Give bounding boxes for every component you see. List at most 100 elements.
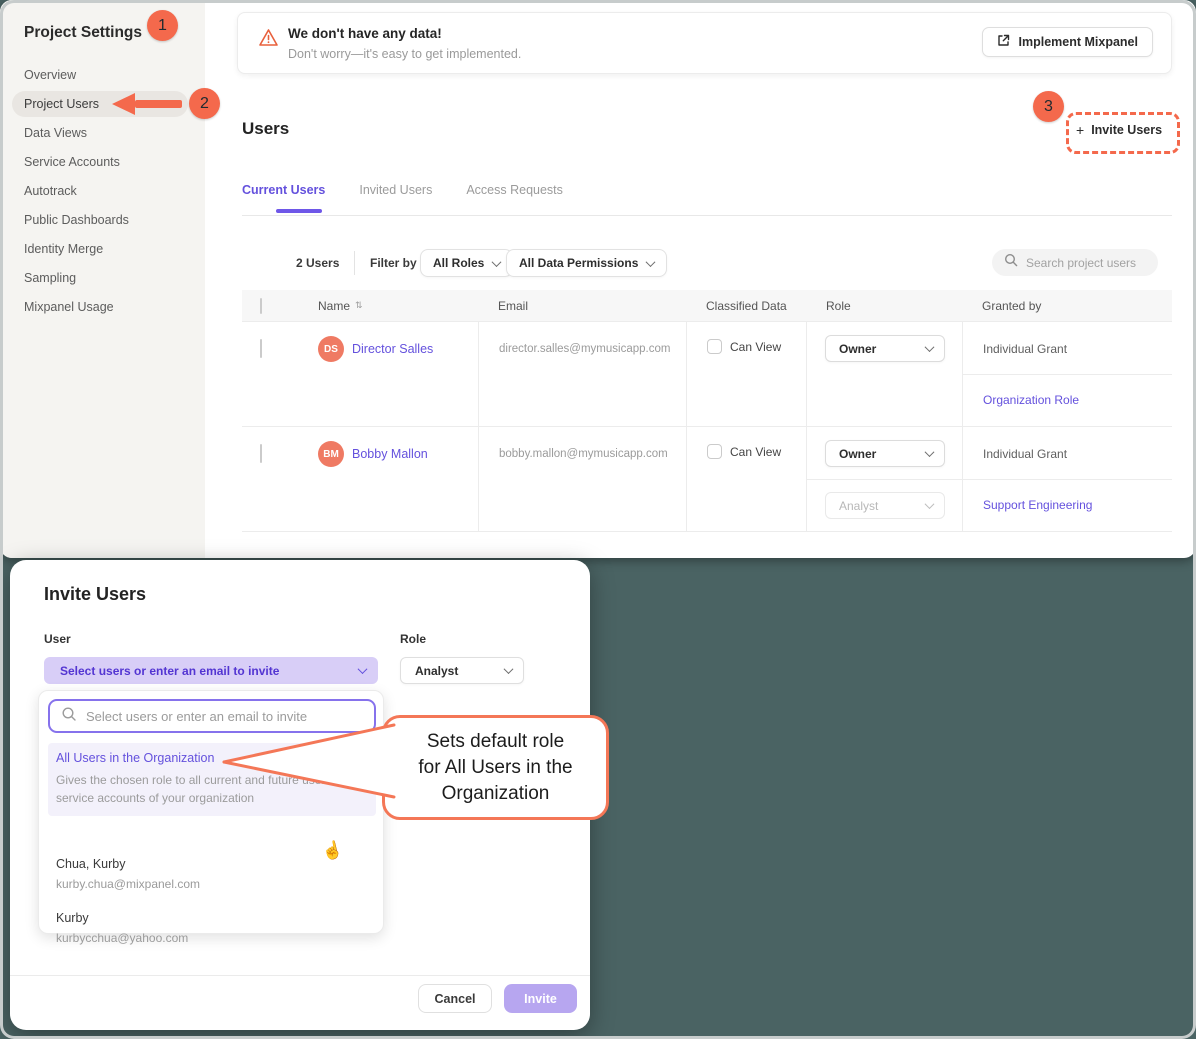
users-tabs: Current Users Invited Users Access Reque… <box>242 183 563 211</box>
role-cell-empty <box>806 374 962 426</box>
avatar: DS <box>318 336 344 362</box>
sidebar-item-autotrack[interactable]: Autotrack <box>12 178 188 204</box>
sidebar-item-public-dashboards[interactable]: Public Dashboards <box>12 207 188 233</box>
annotation-step-3: 3 <box>1033 91 1064 122</box>
row-checkbox[interactable] <box>260 339 262 358</box>
users-toolbar: 2 Users Filter by All Roles All Data Per… <box>242 249 1172 277</box>
chevron-down-icon <box>925 499 935 509</box>
table-row: BM Bobby Mallon bobby.mallon@mymusicapp.… <box>242 427 1172 532</box>
search-icon <box>61 706 77 727</box>
warning-icon <box>258 28 279 52</box>
sort-icon[interactable]: ⇅ <box>355 300 363 311</box>
avatar: BM <box>318 441 344 467</box>
can-view-checkbox[interactable] <box>707 444 722 459</box>
implement-mixpanel-label: Implement Mixpanel <box>1019 35 1138 49</box>
user-name-link[interactable]: Bobby Mallon <box>352 441 428 461</box>
invite-submit-button[interactable]: Invite <box>504 984 577 1013</box>
role-select-value: Analyst <box>415 664 458 678</box>
table-row: DS Director Salles director.salles@mymus… <box>242 322 1172 427</box>
callout-tail-icon <box>210 710 400 820</box>
user-email: director.salles@mymusicapp.com <box>478 322 686 426</box>
all-roles-dropdown[interactable]: All Roles <box>420 249 513 277</box>
chevron-down-icon <box>646 257 656 267</box>
column-header-email: Email <box>478 299 686 313</box>
annotation-step-2: 2 <box>189 88 220 119</box>
tab-current-users[interactable]: Current Users <box>242 183 325 211</box>
cancel-button[interactable]: Cancel <box>418 984 492 1013</box>
annotation-step-1: 1 <box>147 10 178 41</box>
sidebar-item-identity-merge[interactable]: Identity Merge <box>12 236 188 262</box>
external-link-icon <box>997 34 1010 50</box>
option-user[interactable]: Kurby kurbycchua@yahoo.com <box>56 911 188 945</box>
chevron-down-icon <box>358 664 368 674</box>
sidebar-item-sampling[interactable]: Sampling <box>12 265 188 291</box>
role-select-control[interactable]: Analyst <box>400 657 524 684</box>
search-icon <box>1004 253 1018 272</box>
sidebar-title: Project Settings <box>24 24 142 42</box>
banner-title: We don't have any data! <box>288 26 442 41</box>
no-data-banner: We don't have any data! Don't worry—it's… <box>237 12 1172 74</box>
role-field-label: Role <box>400 632 426 646</box>
invite-users-button[interactable]: + Invite Users <box>1076 122 1162 138</box>
option-user-email: kurbycchua@yahoo.com <box>56 931 188 945</box>
callout-bubble: Sets default role for All Users in the O… <box>382 715 609 820</box>
all-data-permissions-dropdown[interactable]: All Data Permissions <box>506 249 667 277</box>
option-user-name: Chua, Kurby <box>56 857 200 871</box>
sidebar-item-mixpanel-usage[interactable]: Mixpanel Usage <box>12 294 188 320</box>
user-count: 2 Users <box>296 256 339 270</box>
page-title: Users <box>242 119 289 139</box>
option-user[interactable]: Chua, Kurby kurby.chua@mixpanel.com <box>56 857 200 891</box>
sidebar: Project Settings Overview Project Users … <box>0 0 205 558</box>
organization-role-link[interactable]: Organization Role <box>962 374 1172 426</box>
user-field-label: User <box>44 632 71 646</box>
option-user-email: kurby.chua@mixpanel.com <box>56 877 200 891</box>
select-all-checkbox[interactable] <box>260 298 262 314</box>
chevron-down-icon <box>504 664 514 674</box>
implement-mixpanel-button[interactable]: Implement Mixpanel <box>982 27 1153 57</box>
granted-by-value: Individual Grant <box>962 427 1172 479</box>
table-header-row: Name ⇅ Email Classified Data Role Grante… <box>242 290 1172 322</box>
row-checkbox[interactable] <box>260 444 262 463</box>
user-name-link[interactable]: Director Salles <box>352 336 433 356</box>
filter-by-label: Filter by <box>370 256 417 270</box>
column-header-name[interactable]: Name ⇅ <box>310 299 478 313</box>
chevron-down-icon <box>925 447 935 457</box>
search-input[interactable] <box>1026 256 1146 270</box>
invite-users-label: Invite Users <box>1091 123 1162 137</box>
toolbar-divider <box>354 251 355 275</box>
can-view-label: Can View <box>730 340 781 354</box>
cursor-hand-icon: ☝ <box>320 839 345 863</box>
modal-title: Invite Users <box>44 584 146 605</box>
can-view-checkbox[interactable] <box>707 339 722 354</box>
users-table: Name ⇅ Email Classified Data Role Grante… <box>242 290 1172 532</box>
active-tab-indicator <box>276 209 322 213</box>
all-roles-label: All Roles <box>433 256 484 270</box>
role-select[interactable]: Owner <box>825 440 945 467</box>
sidebar-item-overview[interactable]: Overview <box>12 62 188 88</box>
tab-invited-users[interactable]: Invited Users <box>359 183 432 211</box>
modal-footer-divider <box>10 975 590 976</box>
chevron-down-icon <box>925 342 935 352</box>
annotation-arrow-icon <box>112 93 182 115</box>
column-header-role: Role <box>806 299 962 313</box>
tab-access-requests[interactable]: Access Requests <box>466 183 563 211</box>
role-select[interactable]: Owner <box>825 335 945 362</box>
user-select-control[interactable]: Select users or enter an email to invite <box>44 657 378 684</box>
project-settings-page: Project Settings Overview Project Users … <box>0 0 1196 558</box>
user-select-value: Select users or enter an email to invite <box>60 664 279 678</box>
plus-icon: + <box>1076 122 1084 138</box>
search-project-users[interactable] <box>992 249 1158 276</box>
role-select-disabled: Analyst <box>825 492 945 519</box>
sidebar-item-data-views[interactable]: Data Views <box>12 120 188 146</box>
banner-subtitle: Don't worry—it's easy to get implemented… <box>288 47 521 61</box>
option-user-name: Kurby <box>56 911 188 925</box>
user-email: bobby.mallon@mymusicapp.com <box>478 427 686 531</box>
granted-by-value: Individual Grant <box>962 322 1172 374</box>
tabs-divider <box>242 215 1172 216</box>
sidebar-item-service-accounts[interactable]: Service Accounts <box>12 149 188 175</box>
can-view-label: Can View <box>730 445 781 459</box>
all-data-permissions-label: All Data Permissions <box>519 256 638 270</box>
column-header-classified: Classified Data <box>686 299 806 313</box>
support-engineering-link[interactable]: Support Engineering <box>962 479 1172 531</box>
chevron-down-icon <box>492 257 502 267</box>
